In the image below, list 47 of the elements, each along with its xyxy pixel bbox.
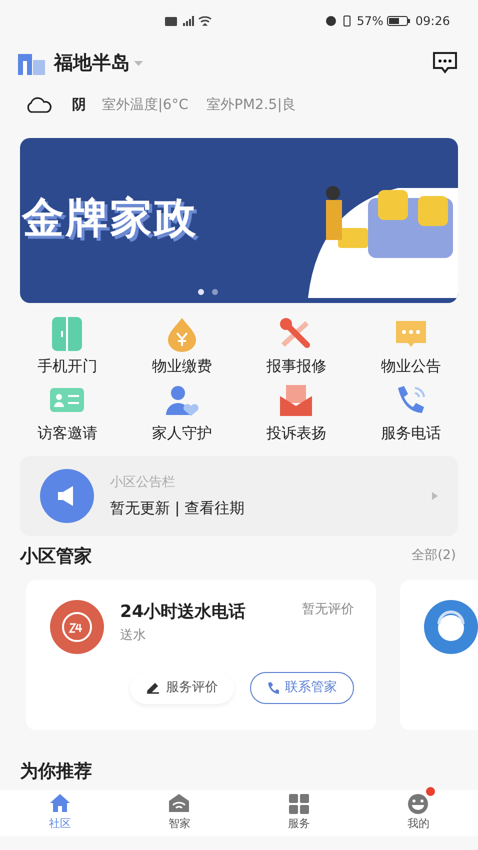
carousel-dot[interactable]	[198, 289, 204, 295]
steward-name: 24小时送水电话	[120, 601, 246, 624]
tab-label[interactable]: 我的	[407, 816, 430, 832]
service-shortcut[interactable]: 服务电话	[380, 422, 441, 444]
notice-board-title: 小区公告栏	[110, 474, 176, 492]
community-name: 福地半岛	[54, 50, 130, 76]
alarm-icon	[324, 15, 337, 27]
battery-percent: 57%	[356, 13, 384, 30]
notice-board-text: 暂无更新 | 查看往期	[110, 498, 245, 518]
banner-title: 金牌家政	[20, 192, 198, 244]
carousel-dot[interactable]	[212, 289, 218, 295]
steward-tag: 送水	[120, 626, 246, 645]
steward-card[interactable]	[400, 580, 478, 730]
service-shortcut[interactable]: 家人守护	[152, 422, 212, 444]
service-shortcut[interactable]: 物业公告	[380, 355, 441, 378]
tab-label[interactable]: 智家	[168, 816, 190, 832]
notice-board-card[interactable]: 小区公告栏 暂无更新 | 查看往期	[20, 456, 458, 536]
arrow-right-icon	[432, 492, 438, 500]
rate-service-button[interactable]: 服务评价	[130, 672, 234, 704]
phone-icon	[267, 682, 279, 694]
rating-status: 暂无评价	[302, 601, 354, 619]
pencil-icon	[146, 682, 160, 694]
tab-label[interactable]: 社区	[48, 816, 71, 832]
tab-label[interactable]: 服务	[288, 816, 310, 832]
section-title: 为你推荐	[20, 761, 92, 782]
building-icon	[18, 51, 46, 75]
phone-24-icon	[50, 600, 104, 654]
battery-icon	[387, 15, 412, 27]
headset-agent-icon	[424, 600, 478, 654]
service-shortcut[interactable]: 物业缴费	[152, 355, 212, 378]
service-shortcut[interactable]: 投诉表扬	[266, 422, 326, 444]
clock-time: 09:26	[415, 13, 450, 30]
steward-card[interactable]: 24小时送水电话 送水 暂无评价 服务评价 联系管家	[26, 580, 376, 730]
service-shortcut[interactable]: 访客邀请	[37, 422, 98, 444]
contact-steward-button[interactable]: 联系管家	[250, 672, 354, 704]
service-shortcut[interactable]: 报事报修	[266, 355, 326, 378]
megaphone-icon	[40, 469, 94, 523]
signal-icon	[165, 15, 213, 27]
message-icon[interactable]	[432, 51, 458, 75]
temperature-reading: 室外温度|6°C	[102, 96, 188, 114]
vibrate-icon	[340, 15, 353, 27]
service-shortcut[interactable]: 手机开门	[37, 355, 98, 378]
section-title: 小区管家	[20, 544, 92, 568]
banner-background[interactable]: 金牌家政	[20, 138, 458, 303]
weather-condition: 阴	[72, 96, 86, 114]
pm-reading: 室外PM2.5|良	[206, 96, 296, 114]
grid-icon	[286, 792, 311, 816]
